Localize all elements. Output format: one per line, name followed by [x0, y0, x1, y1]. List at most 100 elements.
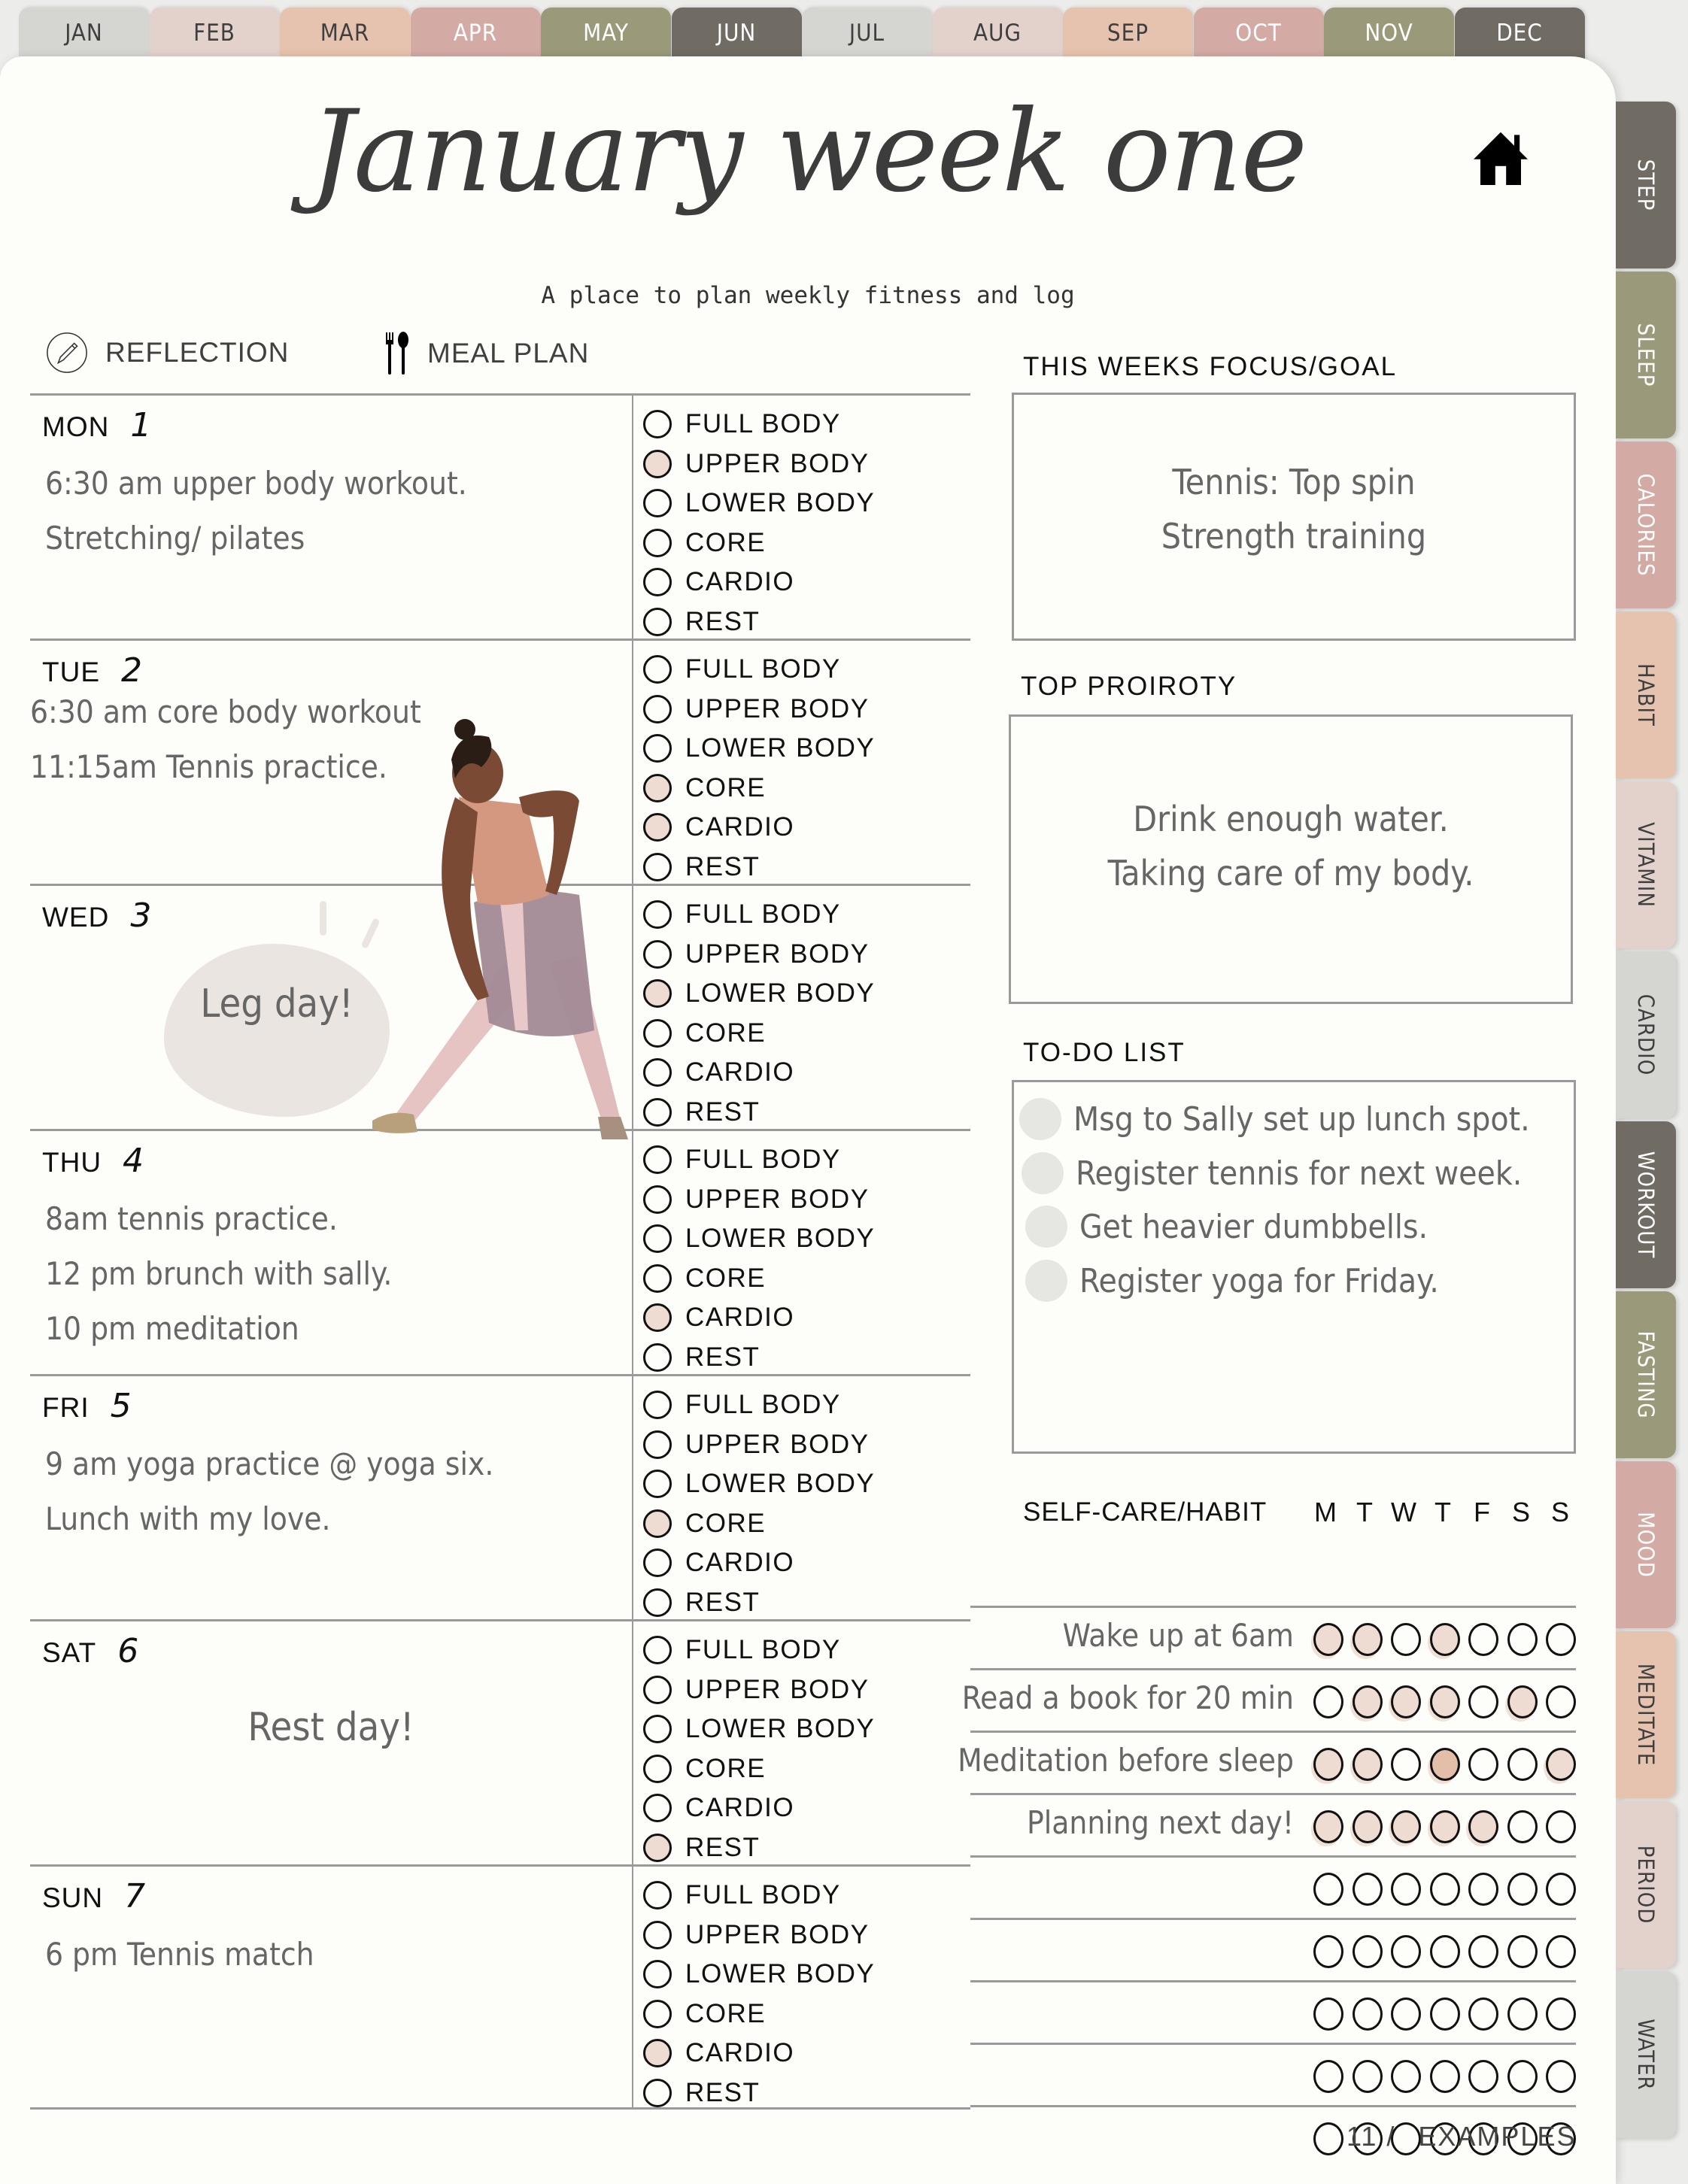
habit-check-s-5[interactable]: [1507, 2060, 1538, 2093]
habit-check-w-2[interactable]: [1391, 1748, 1421, 1781]
side-tab-mood[interactable]: MOOD: [1616, 1461, 1676, 1628]
workout-option-lower-body[interactable]: LOWER BODY: [643, 1955, 875, 1994]
habit-check-w-2[interactable]: [1391, 1997, 1421, 2031]
day-notes[interactable]: 6:30 am core body workout 11:15am Tennis …: [30, 684, 421, 794]
habit-check-w-2[interactable]: [1391, 1810, 1421, 1843]
workout-option-cardio[interactable]: CARDIO: [643, 1788, 875, 1828]
workout-option-core[interactable]: CORE: [643, 523, 875, 563]
todo-checkbox[interactable]: [1025, 1206, 1067, 1248]
radio-circle[interactable]: [643, 568, 672, 597]
workout-option-lower-body[interactable]: LOWER BODY: [643, 1464, 875, 1504]
radio-circle[interactable]: [643, 2078, 672, 2107]
radio-circle[interactable]: [643, 1588, 672, 1617]
side-tab-fasting[interactable]: FASTING: [1616, 1291, 1676, 1458]
side-tab-habit[interactable]: HABIT: [1616, 611, 1676, 778]
day-notes[interactable]: 6:30 am upper body workout. Stretching/ p…: [45, 456, 467, 566]
habit-check-t-3[interactable]: [1429, 1623, 1460, 1656]
habit-check-w-2[interactable]: [1391, 1685, 1421, 1718]
radio-circle[interactable]: [643, 1263, 672, 1293]
habit-check-s-6[interactable]: [1546, 1810, 1576, 1843]
workout-option-full-body[interactable]: FULL BODY: [643, 650, 875, 690]
workout-option-rest[interactable]: REST: [643, 1583, 875, 1623]
habit-check-s-6[interactable]: [1546, 1997, 1576, 2031]
habit-check-t-1[interactable]: [1352, 1810, 1383, 1843]
habit-check-f-4[interactable]: [1468, 2060, 1498, 2093]
radio-circle[interactable]: [643, 1999, 672, 2028]
focus-box[interactable]: Tennis: Top spin Strength training: [1012, 393, 1576, 641]
workout-option-lower-body[interactable]: LOWER BODY: [643, 729, 875, 769]
workout-option-upper-body[interactable]: UPPER BODY: [643, 1425, 875, 1465]
habit-check-s-6[interactable]: [1546, 1873, 1576, 1906]
radio-circle[interactable]: [643, 900, 672, 930]
habit-check-m-0[interactable]: [1313, 2060, 1343, 2093]
todo-item[interactable]: Register tennis for next week.: [1022, 1152, 1522, 1194]
workout-option-cardio[interactable]: CARDIO: [643, 1053, 875, 1093]
side-tab-water[interactable]: WATER: [1616, 1971, 1676, 2138]
todo-item[interactable]: Get heavier dumbbells.: [1025, 1206, 1428, 1248]
todo-item[interactable]: Msg to Sally set up lunch spot.: [1019, 1098, 1530, 1140]
workout-option-lower-body[interactable]: LOWER BODY: [643, 484, 875, 523]
workout-option-upper-body[interactable]: UPPER BODY: [643, 935, 875, 975]
habit-check-m-0[interactable]: [1313, 1685, 1343, 1718]
habit-check-s-5[interactable]: [1507, 1873, 1538, 1906]
radio-circle[interactable]: [643, 1470, 672, 1499]
workout-option-rest[interactable]: REST: [643, 848, 875, 887]
day-notes[interactable]: 8am tennis practice. 12 pm brunch with sa…: [45, 1191, 392, 1356]
radio-circle[interactable]: [643, 1920, 672, 1949]
habit-check-w-2[interactable]: [1391, 1623, 1421, 1656]
habit-check-s-6[interactable]: [1546, 1623, 1576, 1656]
radio-circle[interactable]: [643, 1018, 672, 1048]
radio-circle[interactable]: [643, 734, 672, 763]
home-icon[interactable]: [1467, 124, 1535, 192]
workout-option-rest[interactable]: REST: [643, 1338, 875, 1378]
habit-check-f-4[interactable]: [1468, 1623, 1498, 1656]
todo-checkbox[interactable]: [1022, 1152, 1064, 1194]
meal-plan-link[interactable]: MEAL PLAN: [384, 331, 589, 376]
habit-check-f-4[interactable]: [1468, 1935, 1498, 1968]
habit-check-s-6[interactable]: [1546, 1685, 1576, 1718]
radio-circle[interactable]: [642, 2039, 672, 2072]
radio-circle[interactable]: [643, 655, 672, 684]
habit-check-s-5[interactable]: [1507, 1748, 1538, 1781]
radio-circle[interactable]: [643, 1342, 672, 1372]
habit-check-m-0[interactable]: [1313, 1935, 1343, 1968]
workout-option-core[interactable]: CORE: [643, 1994, 875, 2034]
radio-circle[interactable]: [643, 1794, 672, 1823]
workout-option-cardio[interactable]: CARDIO: [643, 563, 875, 602]
radio-circle[interactable]: [643, 528, 672, 557]
radio-circle[interactable]: [643, 1715, 672, 1744]
workout-option-lower-body[interactable]: LOWER BODY: [643, 1709, 875, 1749]
habit-check-s-5[interactable]: [1507, 1997, 1538, 2031]
habit-label[interactable]: Meditation before sleep: [958, 1742, 1294, 1779]
todo-checkbox[interactable]: [1019, 1098, 1061, 1140]
radio-circle[interactable]: [642, 813, 672, 846]
radio-circle[interactable]: [643, 1881, 672, 1910]
habit-check-s-5[interactable]: [1507, 1685, 1538, 1718]
workout-option-upper-body[interactable]: UPPER BODY: [643, 1180, 875, 1220]
workout-option-lower-body[interactable]: LOWER BODY: [643, 1219, 875, 1259]
habit-check-s-6[interactable]: [1546, 2060, 1576, 2093]
day-notes[interactable]: Rest day!: [30, 1700, 632, 1755]
side-tab-sleep[interactable]: SLEEP: [1616, 271, 1676, 438]
radio-circle[interactable]: [643, 607, 672, 636]
radio-circle[interactable]: [642, 1509, 672, 1542]
radio-circle[interactable]: [642, 979, 672, 1012]
radio-circle[interactable]: [643, 1185, 672, 1214]
habit-check-f-4[interactable]: [1468, 1997, 1498, 2031]
workout-option-upper-body[interactable]: UPPER BODY: [643, 1670, 875, 1710]
section-name[interactable]: EXAMPLES: [1418, 2121, 1576, 2152]
day-notes[interactable]: 6 pm Tennis match: [45, 1927, 314, 1982]
habit-check-t-3[interactable]: [1429, 1748, 1460, 1781]
radio-circle[interactable]: [642, 1833, 672, 1866]
habit-check-s-6[interactable]: [1546, 1748, 1576, 1781]
habit-check-t-1[interactable]: [1352, 1997, 1383, 2031]
workout-option-core[interactable]: CORE: [642, 769, 875, 808]
radio-circle[interactable]: [643, 1636, 672, 1665]
side-tab-step[interactable]: STEP: [1616, 102, 1676, 268]
habit-check-t-3[interactable]: [1429, 2060, 1460, 2093]
radio-circle[interactable]: [643, 1145, 672, 1175]
workout-option-full-body[interactable]: FULL BODY: [643, 1630, 875, 1670]
habit-check-m-0[interactable]: [1313, 1997, 1343, 2031]
radio-circle[interactable]: [643, 1549, 672, 1578]
habit-check-t-3[interactable]: [1429, 1685, 1460, 1718]
